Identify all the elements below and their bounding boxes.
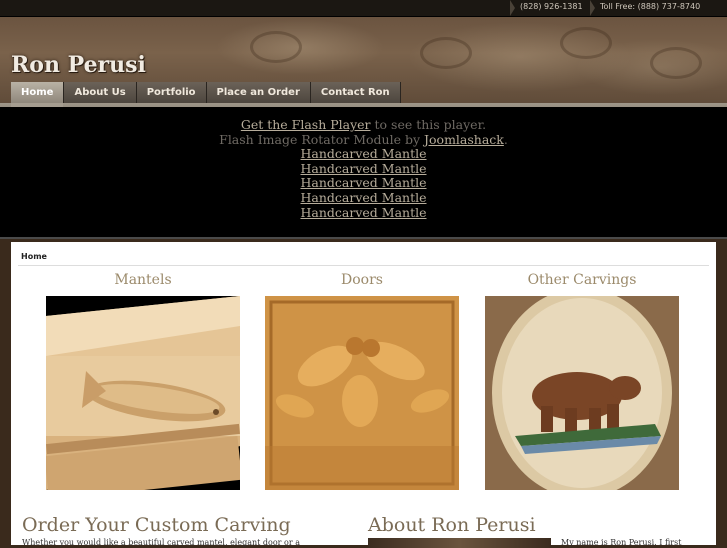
rotator-credit-suffix: . (503, 131, 508, 147)
toll-free-number: Toll Free: (888) 737-8740 (600, 2, 701, 11)
joomlashack-link[interactable]: Joomlashack (424, 132, 504, 147)
main-content: Home Mantels Doors Other Carvings Order … (11, 242, 716, 548)
divider (18, 265, 709, 266)
other-carvings-title[interactable]: Other Carvings (484, 272, 680, 288)
wood-carving-decoration (560, 27, 612, 59)
nav-portfolio[interactable]: Portfolio (136, 82, 207, 103)
flash-player-notice: Get the Flash Player to see this player. (0, 117, 727, 133)
about-photo (368, 538, 551, 548)
order-section-text: Whether you would like a beautiful carve… (22, 538, 300, 547)
nav-home[interactable]: Home (11, 82, 65, 103)
breadcrumb: Home (21, 252, 47, 261)
separator-arrow-icon (590, 0, 595, 16)
wood-carving-decoration (420, 37, 472, 69)
nav-contact-ron[interactable]: Contact Ron (310, 82, 401, 103)
mantle-link[interactable]: Handcarved Mantle (0, 147, 727, 162)
mantle-link[interactable]: Handcarved Mantle (0, 176, 727, 191)
mantels-title[interactable]: Mantels (45, 272, 241, 288)
flash-rotator: Get the Flash Player to see this player.… (0, 107, 727, 239)
site-logo[interactable]: Ron Perusi (11, 52, 146, 78)
wood-carving-decoration (650, 47, 702, 79)
mantel-photo[interactable] (46, 296, 240, 490)
rotator-credit-text: Flash Image Rotator Module by (219, 131, 425, 147)
get-flash-player-link[interactable]: Get the Flash Player (241, 117, 371, 132)
nav-place-order[interactable]: Place an Order (206, 82, 311, 103)
site-header: Ron Perusi Home About Us Portfolio Place… (0, 17, 727, 123)
main-nav: Home About Us Portfolio Place an Order C… (11, 82, 401, 103)
mantle-link[interactable]: Handcarved Mantle (0, 161, 727, 177)
contact-bar: (828) 926-1381 Toll Free: (888) 737-8740 (0, 0, 727, 17)
phone-number: (828) 926-1381 (520, 2, 583, 11)
order-section-title: Order Your Custom Carving (22, 514, 291, 536)
bear-carving-photo[interactable] (485, 296, 679, 490)
rotator-credit: Flash Image Rotator Module by Joomlashac… (0, 131, 727, 148)
wood-carving-decoration (250, 31, 302, 63)
separator-arrow-icon (510, 0, 515, 16)
doors-title[interactable]: Doors (264, 272, 460, 288)
nav-about-us[interactable]: About Us (64, 82, 137, 103)
mantle-link[interactable]: Handcarved Mantle (0, 190, 727, 206)
mantle-link[interactable]: Handcarved Mantle (0, 205, 727, 221)
flash-notice-suffix: to see this player. (370, 117, 487, 132)
about-section-title: About Ron Perusi (368, 514, 536, 536)
door-photo[interactable] (265, 296, 459, 490)
about-section-text: My name is Ron Perusi. I first (561, 538, 682, 547)
